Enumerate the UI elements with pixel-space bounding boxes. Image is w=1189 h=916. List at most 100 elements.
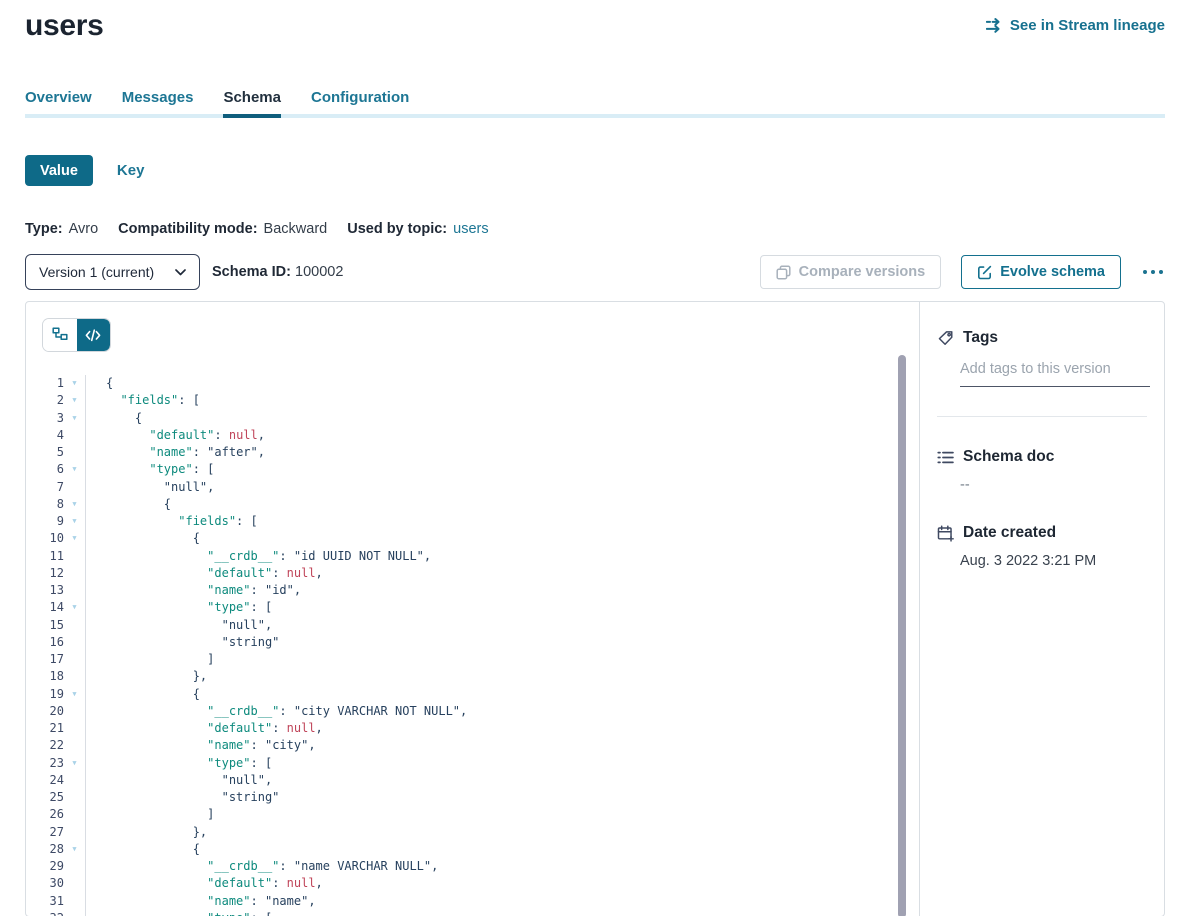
line-number: 16 xyxy=(26,634,64,651)
code-line: 28▼ { xyxy=(26,841,919,858)
used-by-topic-link[interactable]: users xyxy=(453,221,488,237)
schema-sidebar: Tags Schema doc -- xyxy=(919,302,1164,916)
line-number: 5 xyxy=(26,444,64,461)
line-number: 8 xyxy=(26,496,64,513)
fold-spacer xyxy=(64,617,85,634)
code-text: "null", xyxy=(85,772,919,789)
more-options-button[interactable] xyxy=(1141,266,1165,278)
code-text: ] xyxy=(85,806,919,823)
fold-spacer xyxy=(64,427,85,444)
fold-toggle-icon[interactable]: ▼ xyxy=(64,841,85,858)
code-view-button[interactable] xyxy=(77,319,111,351)
code-line: 16 "string" xyxy=(26,634,919,651)
line-number: 32 xyxy=(26,910,64,916)
line-number: 24 xyxy=(26,772,64,789)
code-text: "name": "after", xyxy=(85,444,919,461)
fold-toggle-icon[interactable]: ▼ xyxy=(64,461,85,478)
fold-toggle-icon[interactable]: ▼ xyxy=(64,910,85,916)
tab-messages[interactable]: Messages xyxy=(122,88,194,107)
fold-toggle-icon[interactable]: ▼ xyxy=(64,410,85,427)
tab-overview[interactable]: Overview xyxy=(25,88,92,107)
fold-spacer xyxy=(64,893,85,910)
date-created-section: Date created Aug. 3 2022 3:21 PM xyxy=(937,524,1147,569)
see-in-stream-lineage-link[interactable]: See in Stream lineage xyxy=(986,17,1165,34)
code-text: "__crdb__": "city VARCHAR NOT NULL", xyxy=(85,703,919,720)
line-number: 11 xyxy=(26,548,64,565)
line-number: 14 xyxy=(26,599,64,616)
code-lines: 1▼{2▼ "fields": [3▼ {4 "default": null,5… xyxy=(26,375,919,916)
schema-meta-row: Type:Avro Compatibility mode:Backward Us… xyxy=(25,221,1165,237)
code-line: 23▼ "type": [ xyxy=(26,755,919,772)
code-line: 3▼ { xyxy=(26,410,919,427)
line-number: 21 xyxy=(26,720,64,737)
line-number: 29 xyxy=(26,858,64,875)
line-number: 3 xyxy=(26,410,64,427)
code-text: "name": "name", xyxy=(85,893,919,910)
value-key-toggle: Value Key xyxy=(25,155,1165,186)
code-line: 22 "name": "city", xyxy=(26,737,919,754)
code-line: 5 "name": "after", xyxy=(26,444,919,461)
code-text: "null", xyxy=(85,617,919,634)
code-line: 9▼ "fields": [ xyxy=(26,513,919,530)
line-number: 22 xyxy=(26,737,64,754)
code-text: { xyxy=(85,375,919,392)
fold-toggle-icon[interactable]: ▼ xyxy=(64,513,85,530)
compare-versions-button[interactable]: Compare versions xyxy=(760,255,942,289)
code-line: 19▼ { xyxy=(26,686,919,703)
schema-view-toggle xyxy=(43,319,110,351)
key-toggle-link[interactable]: Key xyxy=(117,162,145,179)
line-number: 26 xyxy=(26,806,64,823)
code-line: 15 "null", xyxy=(26,617,919,634)
fold-spacer xyxy=(64,806,85,823)
line-number: 9 xyxy=(26,513,64,530)
code-line: 7 "null", xyxy=(26,479,919,496)
code-text: { xyxy=(85,530,919,547)
fold-toggle-icon[interactable]: ▼ xyxy=(64,530,85,547)
date-created-title: Date created xyxy=(963,524,1056,542)
fold-spacer xyxy=(64,703,85,720)
schema-doc-value: -- xyxy=(960,477,1147,493)
fold-spacer xyxy=(64,582,85,599)
sidebar-divider xyxy=(937,416,1147,417)
code-line: 30 "default": null, xyxy=(26,875,919,892)
fold-spacer xyxy=(64,651,85,668)
type-value: Avro xyxy=(69,221,99,237)
code-text: "__crdb__": "id UUID NOT NULL", xyxy=(85,548,919,565)
compare-versions-label: Compare versions xyxy=(799,264,926,280)
code-line: 2▼ "fields": [ xyxy=(26,392,919,409)
code-scrollbar-thumb[interactable] xyxy=(898,355,906,916)
line-number: 20 xyxy=(26,703,64,720)
code-line: 1▼{ xyxy=(26,375,919,392)
fold-spacer xyxy=(64,668,85,685)
tab-schema[interactable]: Schema xyxy=(223,88,281,107)
add-tags-input[interactable] xyxy=(960,361,1150,387)
fold-toggle-icon[interactable]: ▼ xyxy=(64,375,85,392)
tree-view-button[interactable] xyxy=(43,319,77,351)
code-line: 31 "name": "name", xyxy=(26,893,919,910)
version-select[interactable]: Version 1 (current) xyxy=(25,254,200,290)
edit-icon xyxy=(977,265,992,280)
code-text: { xyxy=(85,410,919,427)
fold-toggle-icon[interactable]: ▼ xyxy=(64,496,85,513)
code-text: "default": null, xyxy=(85,720,919,737)
fold-toggle-icon[interactable]: ▼ xyxy=(64,686,85,703)
version-select-value: Version 1 (current) xyxy=(39,264,154,280)
fold-toggle-icon[interactable]: ▼ xyxy=(64,392,85,409)
fold-toggle-icon[interactable]: ▼ xyxy=(64,599,85,616)
code-text: "type": [ xyxy=(85,599,919,616)
line-number: 18 xyxy=(26,668,64,685)
code-line: 26 ] xyxy=(26,806,919,823)
tab-configuration[interactable]: Configuration xyxy=(311,88,409,107)
fold-toggle-icon[interactable]: ▼ xyxy=(64,755,85,772)
evolve-schema-button[interactable]: Evolve schema xyxy=(961,255,1121,289)
code-text: ] xyxy=(85,651,919,668)
value-toggle-button[interactable]: Value xyxy=(25,155,93,186)
code-line: 24 "null", xyxy=(26,772,919,789)
fold-spacer xyxy=(64,858,85,875)
see-in-stream-lineage-label: See in Stream lineage xyxy=(1010,17,1165,34)
fold-spacer xyxy=(64,720,85,737)
line-number: 19 xyxy=(26,686,64,703)
line-number: 6 xyxy=(26,461,64,478)
compatibility-value: Backward xyxy=(264,221,328,237)
fold-spacer xyxy=(64,634,85,651)
